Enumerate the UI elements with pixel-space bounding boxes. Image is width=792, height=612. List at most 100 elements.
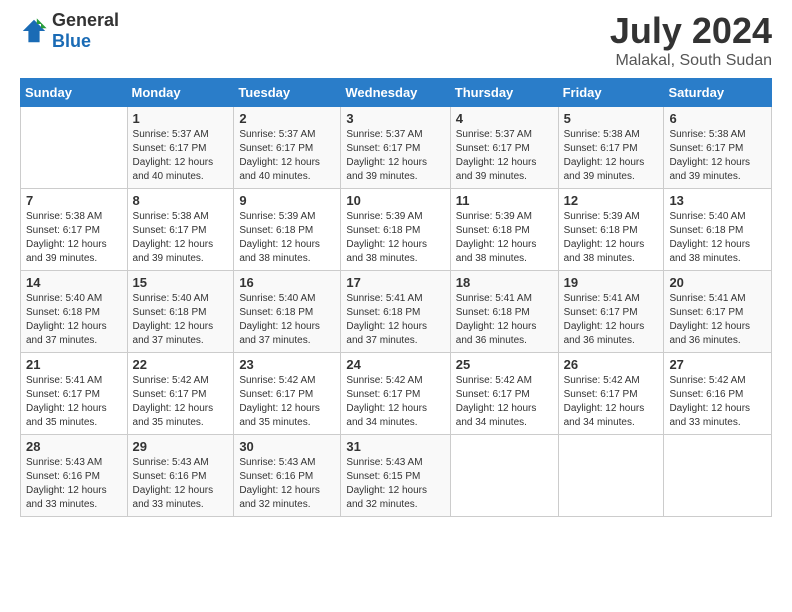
calendar-cell: 1 Sunrise: 5:37 AMSunset: 6:17 PMDayligh… [127, 107, 234, 189]
day-info: Sunrise: 5:39 AMSunset: 6:18 PMDaylight:… [346, 210, 444, 266]
logo-general-text: General [52, 10, 119, 30]
day-number: 29 [133, 439, 229, 454]
calendar-cell: 28 Sunrise: 5:43 AMSunset: 6:16 PMDaylig… [21, 435, 128, 517]
day-number: 18 [456, 275, 553, 290]
day-number: 8 [133, 193, 229, 208]
day-info: Sunrise: 5:42 AMSunset: 6:17 PMDaylight:… [564, 374, 659, 430]
day-info: Sunrise: 5:37 AMSunset: 6:17 PMDaylight:… [346, 128, 444, 184]
calendar-cell: 2 Sunrise: 5:37 AMSunset: 6:17 PMDayligh… [234, 107, 341, 189]
day-number: 19 [564, 275, 659, 290]
calendar-cell: 13 Sunrise: 5:40 AMSunset: 6:18 PMDaylig… [664, 189, 772, 271]
calendar-cell: 17 Sunrise: 5:41 AMSunset: 6:18 PMDaylig… [341, 271, 450, 353]
header-thursday: Thursday [450, 79, 558, 107]
header-wednesday: Wednesday [341, 79, 450, 107]
day-info: Sunrise: 5:38 AMSunset: 6:17 PMDaylight:… [669, 128, 766, 184]
calendar-cell: 20 Sunrise: 5:41 AMSunset: 6:17 PMDaylig… [664, 271, 772, 353]
day-info: Sunrise: 5:41 AMSunset: 6:17 PMDaylight:… [26, 374, 122, 430]
day-number: 7 [26, 193, 122, 208]
day-info: Sunrise: 5:39 AMSunset: 6:18 PMDaylight:… [456, 210, 553, 266]
day-info: Sunrise: 5:41 AMSunset: 6:17 PMDaylight:… [564, 292, 659, 348]
day-info: Sunrise: 5:38 AMSunset: 6:17 PMDaylight:… [133, 210, 229, 266]
day-info: Sunrise: 5:40 AMSunset: 6:18 PMDaylight:… [669, 210, 766, 266]
calendar-cell: 7 Sunrise: 5:38 AMSunset: 6:17 PMDayligh… [21, 189, 128, 271]
calendar-cell: 18 Sunrise: 5:41 AMSunset: 6:18 PMDaylig… [450, 271, 558, 353]
header: General Blue July 2024 Malakal, South Su… [20, 10, 772, 70]
day-number: 4 [456, 111, 553, 126]
day-info: Sunrise: 5:37 AMSunset: 6:17 PMDaylight:… [133, 128, 229, 184]
week-row-2: 14 Sunrise: 5:40 AMSunset: 6:18 PMDaylig… [21, 271, 772, 353]
day-number: 31 [346, 439, 444, 454]
day-info: Sunrise: 5:37 AMSunset: 6:17 PMDaylight:… [456, 128, 553, 184]
day-number: 23 [239, 357, 335, 372]
week-row-1: 7 Sunrise: 5:38 AMSunset: 6:17 PMDayligh… [21, 189, 772, 271]
day-number: 22 [133, 357, 229, 372]
day-number: 3 [346, 111, 444, 126]
calendar-header-row: SundayMondayTuesdayWednesdayThursdayFrid… [21, 79, 772, 107]
day-info: Sunrise: 5:43 AMSunset: 6:15 PMDaylight:… [346, 456, 444, 512]
calendar-cell [450, 435, 558, 517]
day-info: Sunrise: 5:37 AMSunset: 6:17 PMDaylight:… [239, 128, 335, 184]
day-info: Sunrise: 5:41 AMSunset: 6:18 PMDaylight:… [346, 292, 444, 348]
logo-icon [20, 17, 48, 45]
day-info: Sunrise: 5:39 AMSunset: 6:18 PMDaylight:… [239, 210, 335, 266]
header-monday: Monday [127, 79, 234, 107]
day-number: 9 [239, 193, 335, 208]
calendar-cell: 10 Sunrise: 5:39 AMSunset: 6:18 PMDaylig… [341, 189, 450, 271]
calendar-cell: 16 Sunrise: 5:40 AMSunset: 6:18 PMDaylig… [234, 271, 341, 353]
day-number: 25 [456, 357, 553, 372]
calendar-table: SundayMondayTuesdayWednesdayThursdayFrid… [20, 78, 772, 517]
calendar-cell: 11 Sunrise: 5:39 AMSunset: 6:18 PMDaylig… [450, 189, 558, 271]
day-info: Sunrise: 5:42 AMSunset: 6:17 PMDaylight:… [133, 374, 229, 430]
day-info: Sunrise: 5:40 AMSunset: 6:18 PMDaylight:… [239, 292, 335, 348]
calendar-cell: 3 Sunrise: 5:37 AMSunset: 6:17 PMDayligh… [341, 107, 450, 189]
day-info: Sunrise: 5:42 AMSunset: 6:17 PMDaylight:… [346, 374, 444, 430]
day-number: 12 [564, 193, 659, 208]
day-info: Sunrise: 5:43 AMSunset: 6:16 PMDaylight:… [239, 456, 335, 512]
week-row-4: 28 Sunrise: 5:43 AMSunset: 6:16 PMDaylig… [21, 435, 772, 517]
week-row-3: 21 Sunrise: 5:41 AMSunset: 6:17 PMDaylig… [21, 353, 772, 435]
day-number: 16 [239, 275, 335, 290]
day-info: Sunrise: 5:42 AMSunset: 6:16 PMDaylight:… [669, 374, 766, 430]
day-info: Sunrise: 5:39 AMSunset: 6:18 PMDaylight:… [564, 210, 659, 266]
calendar-cell: 8 Sunrise: 5:38 AMSunset: 6:17 PMDayligh… [127, 189, 234, 271]
calendar-cell: 19 Sunrise: 5:41 AMSunset: 6:17 PMDaylig… [558, 271, 664, 353]
day-info: Sunrise: 5:43 AMSunset: 6:16 PMDaylight:… [133, 456, 229, 512]
calendar-cell: 31 Sunrise: 5:43 AMSunset: 6:15 PMDaylig… [341, 435, 450, 517]
day-number: 10 [346, 193, 444, 208]
calendar-cell: 9 Sunrise: 5:39 AMSunset: 6:18 PMDayligh… [234, 189, 341, 271]
day-info: Sunrise: 5:43 AMSunset: 6:16 PMDaylight:… [26, 456, 122, 512]
calendar-cell: 25 Sunrise: 5:42 AMSunset: 6:17 PMDaylig… [450, 353, 558, 435]
calendar-cell: 4 Sunrise: 5:37 AMSunset: 6:17 PMDayligh… [450, 107, 558, 189]
day-info: Sunrise: 5:38 AMSunset: 6:17 PMDaylight:… [26, 210, 122, 266]
day-number: 5 [564, 111, 659, 126]
day-number: 14 [26, 275, 122, 290]
calendar-cell: 22 Sunrise: 5:42 AMSunset: 6:17 PMDaylig… [127, 353, 234, 435]
calendar-cell: 12 Sunrise: 5:39 AMSunset: 6:18 PMDaylig… [558, 189, 664, 271]
title-area: July 2024 Malakal, South Sudan [610, 10, 772, 70]
calendar-cell: 21 Sunrise: 5:41 AMSunset: 6:17 PMDaylig… [21, 353, 128, 435]
day-number: 1 [133, 111, 229, 126]
header-saturday: Saturday [664, 79, 772, 107]
day-info: Sunrise: 5:40 AMSunset: 6:18 PMDaylight:… [133, 292, 229, 348]
calendar-cell [21, 107, 128, 189]
calendar-cell: 29 Sunrise: 5:43 AMSunset: 6:16 PMDaylig… [127, 435, 234, 517]
day-number: 2 [239, 111, 335, 126]
day-number: 13 [669, 193, 766, 208]
week-row-0: 1 Sunrise: 5:37 AMSunset: 6:17 PMDayligh… [21, 107, 772, 189]
calendar-cell: 27 Sunrise: 5:42 AMSunset: 6:16 PMDaylig… [664, 353, 772, 435]
calendar-cell: 6 Sunrise: 5:38 AMSunset: 6:17 PMDayligh… [664, 107, 772, 189]
logo-blue-text: Blue [52, 31, 91, 51]
calendar-cell: 30 Sunrise: 5:43 AMSunset: 6:16 PMDaylig… [234, 435, 341, 517]
header-sunday: Sunday [21, 79, 128, 107]
calendar-cell: 24 Sunrise: 5:42 AMSunset: 6:17 PMDaylig… [341, 353, 450, 435]
day-number: 24 [346, 357, 444, 372]
day-number: 30 [239, 439, 335, 454]
day-info: Sunrise: 5:42 AMSunset: 6:17 PMDaylight:… [456, 374, 553, 430]
location-subtitle: Malakal, South Sudan [610, 52, 772, 70]
day-number: 28 [26, 439, 122, 454]
day-number: 11 [456, 193, 553, 208]
day-info: Sunrise: 5:41 AMSunset: 6:17 PMDaylight:… [669, 292, 766, 348]
day-number: 26 [564, 357, 659, 372]
day-number: 17 [346, 275, 444, 290]
calendar-cell: 14 Sunrise: 5:40 AMSunset: 6:18 PMDaylig… [21, 271, 128, 353]
